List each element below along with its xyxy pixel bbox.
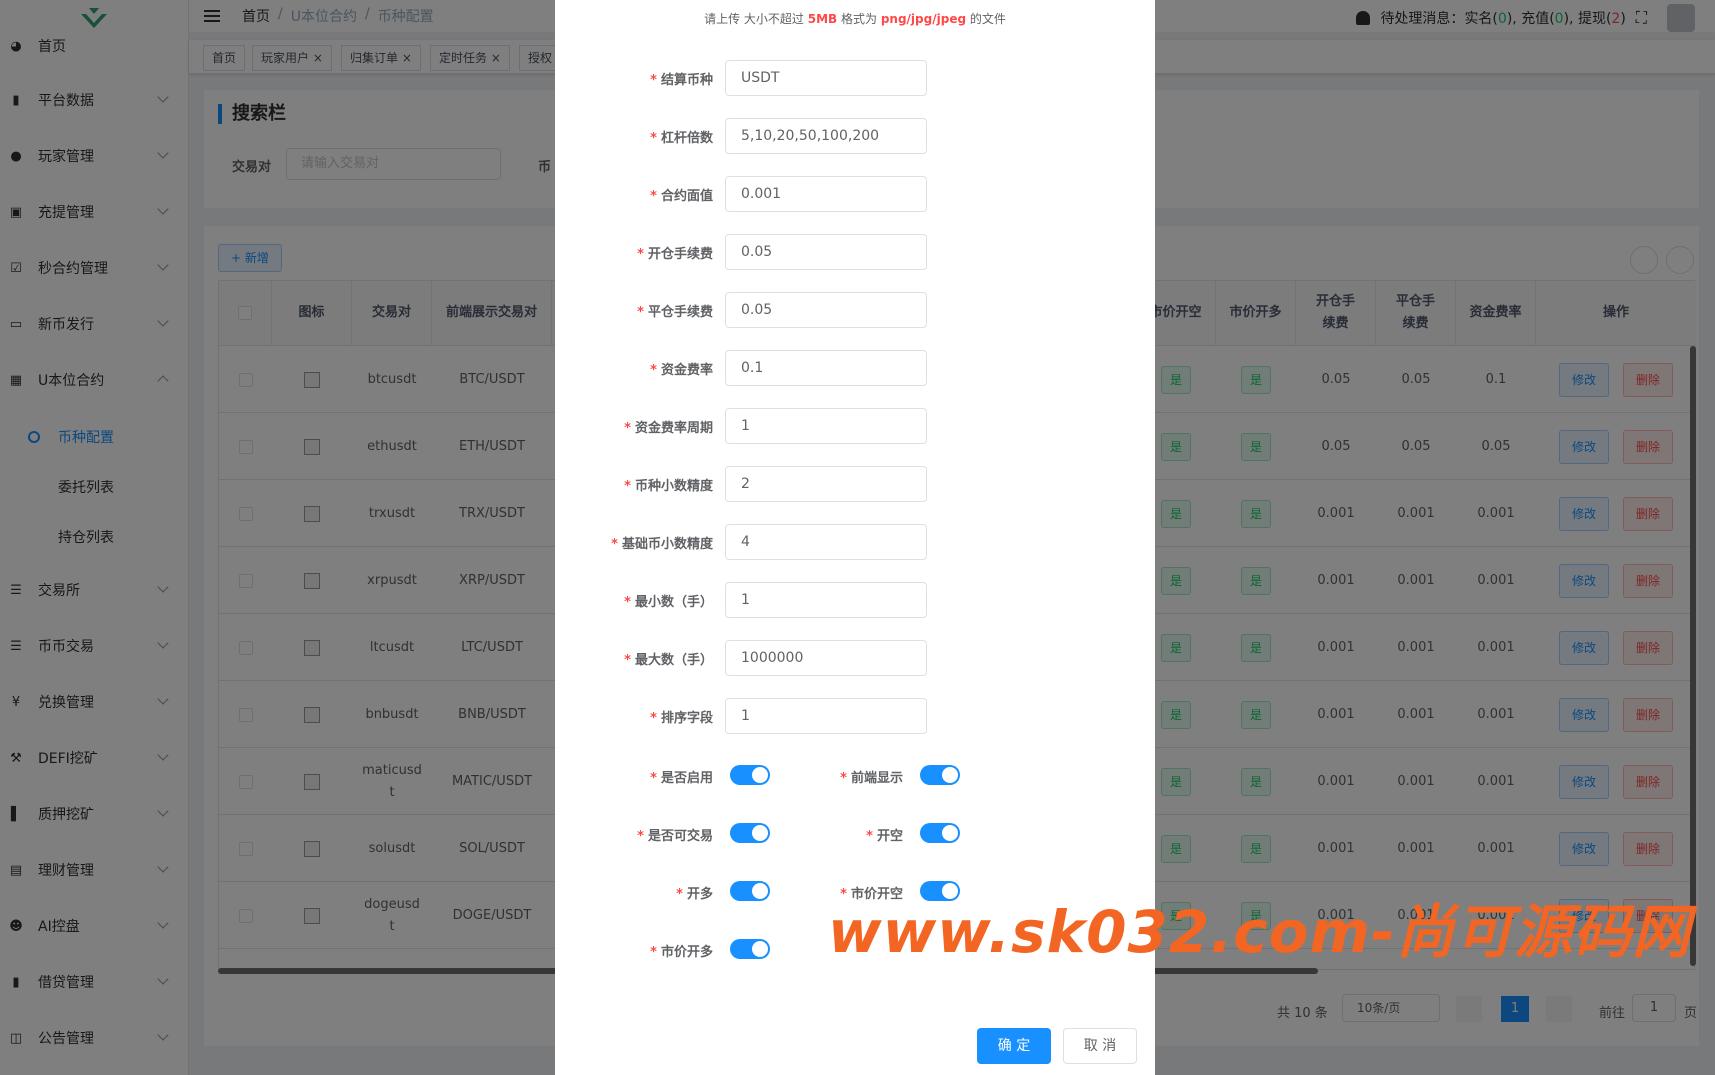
switch-label-text: 开空 xyxy=(876,829,903,844)
cancel-button[interactable]: 取 消 xyxy=(1063,1028,1137,1064)
field-label-text: 币种小数精度 xyxy=(634,479,713,494)
field-input[interactable]: 5,10,20,50,100,200 xyxy=(725,118,927,154)
switch-label: * 市价开多 xyxy=(650,941,713,960)
required-mark: * xyxy=(650,363,657,378)
field-label-text: 最大数（手） xyxy=(634,653,713,668)
upload-tip-suffix: 的文件 xyxy=(966,12,1006,26)
field-label-text: 基础币小数精度 xyxy=(621,537,713,552)
required-mark: * xyxy=(650,771,657,786)
toggle-switch[interactable] xyxy=(920,765,960,785)
field-label-text: 结算币种 xyxy=(660,73,713,88)
field-label-text: 杠杆倍数 xyxy=(660,131,713,146)
field-input[interactable]: 1000000 xyxy=(725,640,927,676)
switch-label: * 开空 xyxy=(866,825,903,844)
required-mark: * xyxy=(650,711,657,726)
toggle-switch[interactable] xyxy=(730,823,770,843)
field-label: * 结算币种 xyxy=(650,69,713,88)
switch-label-text: 是否可交易 xyxy=(647,829,713,844)
field-label-text: 资金费率周期 xyxy=(634,421,713,436)
field-label: * 币种小数精度 xyxy=(624,475,713,494)
switch-label-text: 是否启用 xyxy=(660,771,713,786)
required-mark: * xyxy=(676,887,683,902)
required-mark: * xyxy=(866,829,873,844)
required-mark: * xyxy=(624,595,631,610)
upload-tip-size: 5MB xyxy=(807,12,838,26)
upload-tip-prefix: 请上传 大小不超过 xyxy=(704,12,808,26)
required-mark: * xyxy=(650,945,657,960)
required-mark: * xyxy=(624,421,631,436)
switch-label: * 是否启用 xyxy=(650,767,713,786)
required-mark: * xyxy=(650,73,657,88)
upload-tip: 请上传 大小不超过 5MB 格式为 png/jpg/jpeg 的文件 xyxy=(555,10,1155,27)
required-mark: * xyxy=(840,771,847,786)
field-input[interactable]: 1 xyxy=(725,582,927,618)
field-input[interactable]: 1 xyxy=(725,698,927,734)
switch-label: * 前端显示 xyxy=(840,767,903,786)
field-input[interactable]: 0.001 xyxy=(725,176,927,212)
field-label: * 基础币小数精度 xyxy=(611,533,713,552)
upload-tip-mid: 格式为 xyxy=(837,12,881,26)
required-mark: * xyxy=(624,479,631,494)
field-label: * 最大数（手） xyxy=(624,649,713,668)
field-input[interactable]: 1 xyxy=(725,408,927,444)
required-mark: * xyxy=(650,189,657,204)
required-mark: * xyxy=(637,247,644,262)
field-label-text: 资金费率 xyxy=(660,363,713,378)
field-label-text: 排序字段 xyxy=(660,711,713,726)
required-mark: * xyxy=(637,305,644,320)
switch-label-text: 开多 xyxy=(686,887,713,902)
switch-label: * 开多 xyxy=(676,883,713,902)
toggle-switch[interactable] xyxy=(920,823,960,843)
field-label-text: 最小数（手） xyxy=(634,595,713,610)
field-input[interactable]: 4 xyxy=(725,524,927,560)
field-label: * 开仓手续费 xyxy=(637,243,713,262)
field-label-text: 开仓手续费 xyxy=(647,247,713,262)
field-label: * 平仓手续费 xyxy=(637,301,713,320)
watermark-text: www.sk032.com-尚可源码网 xyxy=(828,898,1692,966)
field-label: * 资金费率周期 xyxy=(624,417,713,436)
field-input[interactable]: 0.05 xyxy=(725,234,927,270)
required-mark: * xyxy=(650,131,657,146)
required-mark: * xyxy=(611,537,618,552)
confirm-button[interactable]: 确 定 xyxy=(977,1028,1051,1064)
switch-label-text: 市价开多 xyxy=(660,945,713,960)
field-label: * 最小数（手） xyxy=(624,591,713,610)
upload-tip-formats: png/jpg/jpeg xyxy=(880,12,967,26)
field-label: * 资金费率 xyxy=(650,359,713,378)
required-mark: * xyxy=(624,653,631,668)
toggle-switch[interactable] xyxy=(730,939,770,959)
switch-label: * 是否可交易 xyxy=(637,825,713,844)
required-mark: * xyxy=(637,829,644,844)
field-input[interactable]: USDT xyxy=(725,60,927,96)
field-input[interactable]: 0.1 xyxy=(725,350,927,386)
switch-label-text: 前端显示 xyxy=(850,771,903,786)
field-label: * 合约面值 xyxy=(650,185,713,204)
field-label-text: 合约面值 xyxy=(660,189,713,204)
field-input[interactable]: 2 xyxy=(725,466,927,502)
toggle-switch[interactable] xyxy=(730,881,770,901)
field-label: * 杠杆倍数 xyxy=(650,127,713,146)
field-label-text: 平仓手续费 xyxy=(647,305,713,320)
field-label: * 排序字段 xyxy=(650,707,713,726)
toggle-switch[interactable] xyxy=(730,765,770,785)
field-input[interactable]: 0.05 xyxy=(725,292,927,328)
